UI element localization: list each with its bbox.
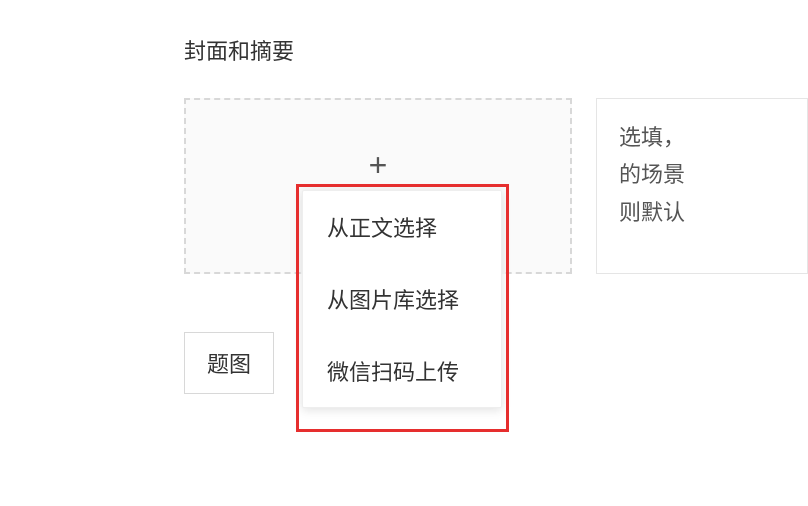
summary-description: 选填， 的场景 则默认 <box>596 98 808 274</box>
desc-line: 的场景 <box>619 156 785 193</box>
plus-icon: + <box>369 149 388 181</box>
dropdown-item-from-content[interactable]: 从正文选择 <box>303 191 501 263</box>
desc-line: 则默认 <box>619 194 785 231</box>
dropdown-item-from-library[interactable]: 从图片库选择 <box>303 263 501 335</box>
upload-source-dropdown: 从正文选择 从图片库选择 微信扫码上传 <box>302 190 502 408</box>
caption-image-button[interactable]: 题图 <box>184 332 274 394</box>
section-title: 封面和摘要 <box>184 34 808 66</box>
desc-line: 选填， <box>619 119 785 156</box>
dropdown-item-wechat-scan[interactable]: 微信扫码上传 <box>303 335 501 407</box>
